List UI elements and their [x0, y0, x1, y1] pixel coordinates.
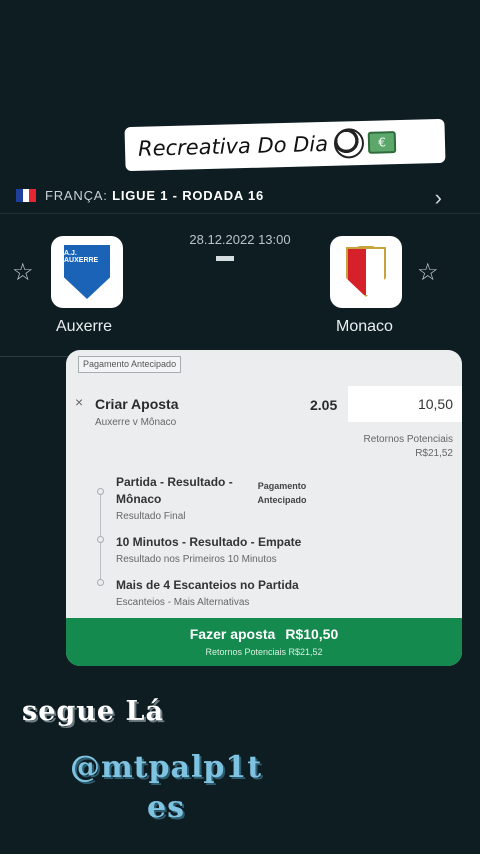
slip-odds: 2.05: [310, 397, 338, 413]
chevron-right-icon[interactable]: ›: [435, 185, 442, 211]
league-country: FRANÇA:: [45, 188, 108, 203]
badge-line2: Antecipado: [257, 495, 307, 505]
france-flag-icon: [16, 189, 37, 202]
away-team-name[interactable]: Monaco: [336, 318, 393, 336]
place-bet-amount: R$10,50: [285, 626, 339, 642]
slip-match: Auxerre v Mônaco: [95, 417, 177, 428]
selection-3-title: Mais de 4 Escanteios no Partida: [116, 578, 299, 592]
soccer-ball-icon: [333, 127, 365, 159]
league-title: FRANÇA: LIGUE 1 - RODADA 16: [45, 188, 264, 203]
auxerre-crest-icon: A.J. AUXERRE: [64, 245, 110, 299]
early-payout-badge: Pagamento Antecipado: [256, 479, 308, 507]
money-bill-icon: €: [367, 131, 397, 154]
monaco-crest-icon: [346, 247, 386, 297]
favorite-away-star-icon[interactable]: ☆: [417, 258, 439, 287]
place-bet-returns: Retornos Potenciais R$21,52: [205, 647, 323, 657]
bet-slip: Pagamento Antecipado × Criar Aposta Auxe…: [66, 350, 462, 666]
selection-1-title-line2: Mônaco: [116, 492, 162, 506]
place-bet-label: Fazer aposta: [189, 626, 276, 642]
timeline-dot: [97, 536, 104, 543]
recreativa-sticker: Recreativa Do Dia €: [127, 121, 443, 169]
timeline-dot: [97, 488, 104, 495]
league-header[interactable]: FRANÇA: LIGUE 1 - RODADA 16 ›: [0, 178, 480, 214]
close-icon[interactable]: ×: [75, 394, 83, 410]
sticker-text: Recreativa Do Dia: [137, 131, 329, 161]
score-dash: [216, 256, 234, 261]
returns-value: R$21,52: [415, 448, 453, 459]
away-team-logo[interactable]: [330, 236, 402, 308]
selection-3-sub: Escanteios - Mais Alternativas: [116, 597, 250, 608]
place-bet-button[interactable]: Fazer aposta R$10,50 Retornos Potenciais …: [66, 618, 462, 666]
place-bet-main: Fazer aposta R$10,50: [66, 626, 462, 642]
timeline-dot: [97, 579, 104, 586]
promo-handle: @mtpalp1t es: [16, 748, 316, 828]
selection-2-title: 10 Minutos - Resultado - Empate: [116, 535, 302, 549]
favorite-home-star-icon[interactable]: ☆: [12, 258, 34, 287]
crest-text: A.J. AUXERRE: [64, 250, 99, 264]
home-team-logo[interactable]: A.J. AUXERRE: [51, 236, 123, 308]
league-name: LIGUE 1 - RODADA 16: [112, 188, 265, 203]
stake-input[interactable]: 10,50: [348, 386, 462, 422]
selection-1-title-line1: Partida - Resultado -: [116, 475, 233, 489]
promo-handle-line2: es: [147, 790, 185, 825]
returns-label: Retornos Potenciais: [363, 434, 454, 445]
selection-1-title: Partida - Resultado - Mônaco: [116, 474, 233, 508]
selection-1-sub: Resultado Final: [116, 511, 186, 522]
home-team-name[interactable]: Auxerre: [56, 318, 112, 336]
slip-title: Criar Aposta: [95, 396, 179, 412]
promo-follow-text: segue Lá: [22, 696, 164, 727]
promo-handle-line1: @mtpalp1t: [69, 750, 263, 785]
selection-2-sub: Resultado nos Primeiros 10 Minutos: [116, 554, 277, 565]
early-payout-tag: Pagamento Antecipado: [78, 356, 182, 373]
badge-line1: Pagamento: [257, 481, 307, 491]
